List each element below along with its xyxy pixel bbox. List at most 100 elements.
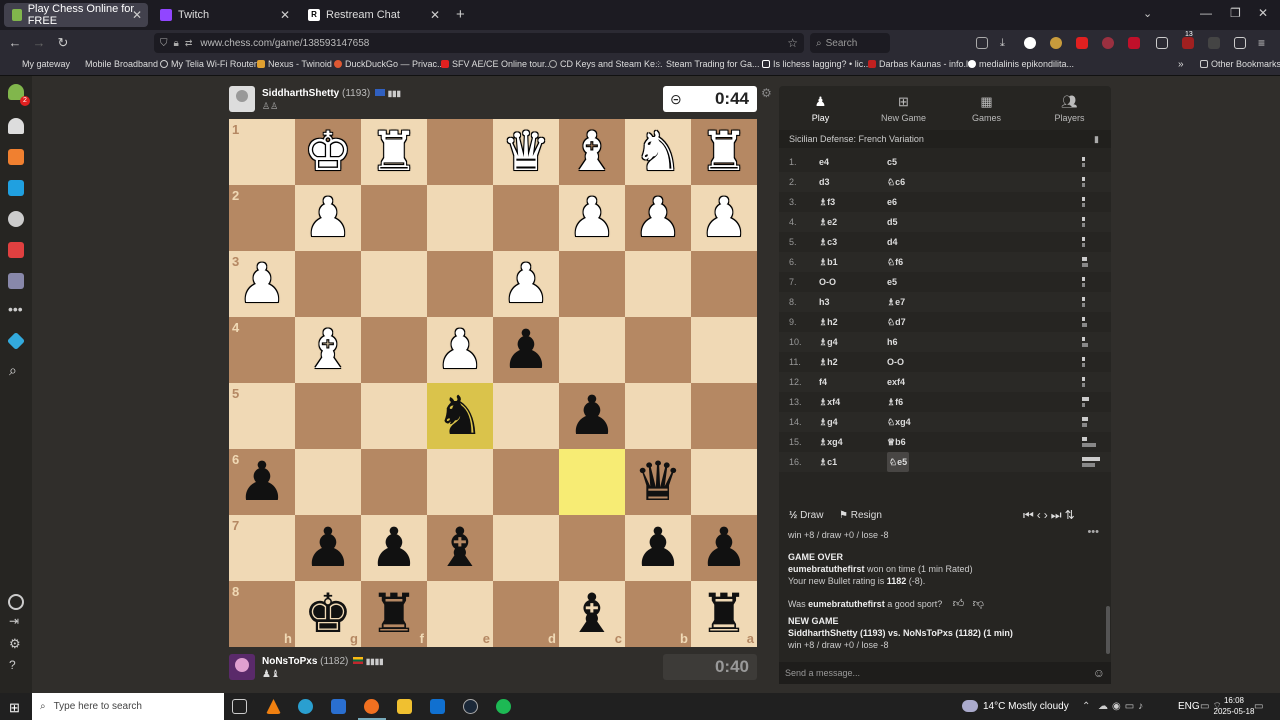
bookmark-item[interactable]: Darbas Kaunas - info.lt bbox=[868, 59, 971, 69]
white-rook-icon[interactable]: ♜ bbox=[700, 119, 748, 185]
puzzles-icon[interactable] bbox=[8, 149, 24, 165]
language-indicator[interactable]: ENG bbox=[1178, 693, 1200, 720]
board-square[interactable] bbox=[559, 449, 625, 515]
board-square[interactable]: b bbox=[625, 581, 691, 647]
search-input[interactable]: ⌕ Search bbox=[810, 33, 890, 53]
white-move[interactable]: ♗f3 bbox=[819, 192, 835, 212]
close-window-icon[interactable]: ✕ bbox=[1258, 6, 1268, 20]
extension-cookie-icon[interactable] bbox=[1050, 37, 1062, 49]
board-square[interactable]: 6 ♟ bbox=[229, 449, 295, 515]
close-tab-icon[interactable]: ✕ bbox=[132, 8, 142, 22]
chat-input[interactable]: Send a message... ☺ bbox=[779, 662, 1111, 684]
board-square[interactable]: 1 bbox=[229, 119, 295, 185]
permissions-icon[interactable]: ⇄ bbox=[185, 38, 193, 49]
resign-button[interactable]: ⚑ Resign bbox=[839, 510, 882, 521]
white-move[interactable]: d3 bbox=[819, 172, 830, 192]
board-square[interactable]: ♟ bbox=[625, 515, 691, 581]
board-square[interactable]: ♟ bbox=[295, 515, 361, 581]
board-square[interactable]: ♟ bbox=[493, 317, 559, 383]
board-square[interactable]: 3 ♟ bbox=[229, 251, 295, 317]
board-square[interactable]: ♝ bbox=[427, 515, 493, 581]
extension-notify-icon[interactable]: 13 bbox=[1182, 31, 1194, 49]
reload-icon[interactable]: ↻ bbox=[54, 34, 72, 52]
black-move[interactable]: c5 bbox=[887, 152, 897, 172]
black-move[interactable]: exf4 bbox=[887, 372, 905, 392]
file-explorer-icon[interactable] bbox=[397, 699, 412, 714]
task-view-icon[interactable] bbox=[232, 699, 247, 714]
white-pawn-icon[interactable]: ♟ bbox=[304, 185, 352, 251]
other-bookmarks[interactable]: Other Bookmarks bbox=[1200, 59, 1280, 69]
board-square[interactable]: e bbox=[427, 581, 493, 647]
black-move[interactable]: ♘xg4 bbox=[887, 412, 911, 432]
move-navigation[interactable]: ⏮︎‹›⏭︎⇅ bbox=[1023, 508, 1078, 523]
board-square[interactable]: ♝ bbox=[559, 119, 625, 185]
extension-gray-icon[interactable] bbox=[1208, 37, 1220, 49]
board-square[interactable]: 2 bbox=[229, 185, 295, 251]
top-player-name-line[interactable]: SiddharthShetty (1193) ▮▮▮ bbox=[262, 88, 401, 99]
extension-red-icon[interactable] bbox=[1102, 37, 1114, 49]
board-settings-gear-icon[interactable]: ⚙ bbox=[761, 86, 772, 100]
bottom-player-avatar[interactable] bbox=[229, 654, 255, 680]
board-square[interactable]: ♟ bbox=[625, 185, 691, 251]
board-square[interactable]: ♟ bbox=[493, 251, 559, 317]
more-dots-icon[interactable]: ••• bbox=[8, 301, 23, 317]
puzzle-piece-icon[interactable] bbox=[8, 118, 24, 134]
white-move[interactable]: ♗b1 bbox=[819, 252, 838, 272]
board-square[interactable]: 7 bbox=[229, 515, 295, 581]
windows-start-icon[interactable]: ⊞ bbox=[9, 700, 20, 716]
search-icon[interactable]: ⌕ bbox=[9, 362, 17, 379]
board-square[interactable] bbox=[427, 449, 493, 515]
board-square[interactable]: ♟ bbox=[559, 383, 625, 449]
board-square[interactable]: ♟ bbox=[427, 317, 493, 383]
board-square[interactable] bbox=[625, 383, 691, 449]
black-pawn-icon[interactable]: ♟ bbox=[238, 449, 286, 515]
white-move[interactable]: O-O bbox=[819, 272, 836, 292]
black-king-icon[interactable]: ♚ bbox=[304, 581, 352, 647]
board-square[interactable]: ♛ bbox=[625, 449, 691, 515]
black-pawn-icon[interactable]: ♟ bbox=[634, 515, 682, 581]
white-move[interactable]: ♗h2 bbox=[819, 352, 838, 372]
bookmark-item[interactable]: CD Keys and Steam Ke... bbox=[549, 59, 663, 69]
board-square[interactable]: ♞ bbox=[625, 119, 691, 185]
black-move[interactable]: ♗f6 bbox=[887, 392, 903, 412]
white-bishop-icon[interactable]: ♝ bbox=[304, 317, 352, 383]
black-move[interactable]: e5 bbox=[887, 272, 897, 292]
board-square[interactable] bbox=[691, 251, 757, 317]
board-square[interactable]: f ♜ bbox=[361, 581, 427, 647]
black-queen-icon[interactable]: ♛ bbox=[634, 449, 682, 515]
board-square[interactable] bbox=[427, 185, 493, 251]
restore-icon[interactable]: ❐ bbox=[1230, 6, 1241, 20]
black-pawn-icon[interactable]: ♟ bbox=[700, 515, 748, 581]
black-pawn-icon[interactable]: ♟ bbox=[502, 317, 550, 383]
bookmark-item[interactable]: Nexus - Twinoid bbox=[257, 59, 332, 69]
white-king-icon[interactable]: ♚ bbox=[304, 119, 352, 185]
store-icon[interactable] bbox=[331, 699, 346, 714]
weather-text[interactable]: 14°C Mostly cloudy bbox=[983, 693, 1069, 720]
board-square[interactable]: ♜ bbox=[361, 119, 427, 185]
white-bishop-icon[interactable]: ♝ bbox=[568, 119, 616, 185]
top-player-avatar[interactable] bbox=[229, 86, 255, 112]
back-arrow-icon[interactable]: ← bbox=[6, 34, 24, 52]
bookmark-item[interactable]: My gateway bbox=[22, 59, 70, 69]
board-square[interactable] bbox=[295, 251, 361, 317]
board-square[interactable] bbox=[625, 317, 691, 383]
tab-restream[interactable]: R Restream Chat ✕ bbox=[300, 3, 446, 27]
board-square[interactable]: 5 bbox=[229, 383, 295, 449]
board-square[interactable]: 4 bbox=[229, 317, 295, 383]
board-square[interactable]: ♟ bbox=[691, 515, 757, 581]
close-tab-icon[interactable]: ✕ bbox=[280, 8, 290, 22]
white-pawn-icon[interactable]: ♟ bbox=[238, 251, 286, 317]
social-icon[interactable] bbox=[8, 273, 24, 289]
board-square[interactable]: ♞ bbox=[427, 383, 493, 449]
board-square[interactable] bbox=[361, 383, 427, 449]
extension-youtube-icon[interactable] bbox=[1076, 37, 1088, 49]
extensions-puzzle-icon[interactable] bbox=[1234, 37, 1246, 49]
diamond-icon[interactable] bbox=[6, 331, 26, 351]
tab-new-game[interactable]: ⊞ New Game bbox=[862, 86, 945, 126]
new-tab-icon[interactable]: + bbox=[456, 6, 465, 23]
learn-icon[interactable] bbox=[8, 180, 24, 196]
board-square[interactable] bbox=[295, 383, 361, 449]
white-move[interactable]: ♗c1 bbox=[819, 452, 837, 472]
white-knight-icon[interactable]: ♞ bbox=[634, 119, 682, 185]
board-square[interactable] bbox=[493, 383, 559, 449]
